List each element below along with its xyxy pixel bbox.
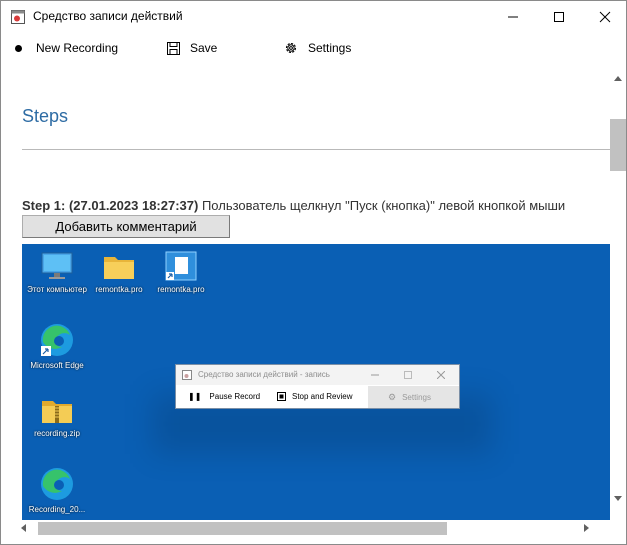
window-title: Средство записи действий: [33, 9, 183, 23]
mini-settings-button: ⚙ Settings: [368, 386, 459, 408]
new-recording-label: New Recording: [36, 41, 119, 55]
save-button[interactable]: Save: [167, 40, 217, 56]
desktop-icon-folder: remontka.pro: [84, 252, 154, 295]
desktop-icon-recording: Recording_20...: [22, 466, 92, 515]
mini-title-bar: Средство записи действий - запись: [176, 365, 459, 385]
desktop-icon-label: remontka.pro: [95, 285, 143, 294]
pause-icon: ❚❚: [188, 392, 202, 401]
close-button[interactable]: [582, 1, 627, 32]
mini-window-title: Средство записи действий - запись: [198, 370, 330, 379]
settings-button[interactable]: Settings: [284, 40, 351, 56]
chevron-right-icon: [584, 524, 589, 532]
desktop-icon-edge: Microsoft Edge: [22, 322, 92, 371]
scroll-down-button[interactable]: [610, 491, 626, 507]
zip-icon: [42, 401, 72, 423]
step-screenshot: Этот компьютер remontka.pro remontka.pro: [22, 244, 610, 520]
close-icon: [599, 11, 611, 22]
stop-icon: [277, 392, 286, 401]
scrollbar-corner: [610, 520, 626, 536]
gear-icon: ⚙: [388, 391, 397, 402]
edge-icon: [41, 324, 73, 356]
close-icon: [437, 371, 445, 379]
folder-icon: [104, 257, 134, 279]
desktop-icon-shortcut: remontka.pro: [146, 250, 216, 295]
step-label: Step 1: (27.01.2023 18:27:37): [22, 198, 199, 213]
scroll-left-button[interactable]: [15, 520, 31, 536]
computer-icon: [41, 252, 73, 279]
horizontal-scroll-thumb[interactable]: [38, 522, 447, 535]
add-comment-button[interactable]: Добавить комментарий: [22, 215, 230, 238]
record-dot-icon: [15, 44, 22, 52]
title-bar: Средство записи действий: [1, 1, 626, 32]
stop-review-button: Stop and Review: [277, 392, 352, 401]
gear-icon: [285, 42, 297, 54]
shortcut-icon: [165, 251, 197, 281]
pause-record-button: ❚❚ Pause Record: [188, 392, 260, 401]
step-description: Пользователь щелкнул "Пуск (кнопка)" лев…: [198, 198, 566, 213]
scroll-up-button[interactable]: [610, 70, 626, 86]
new-recording-button[interactable]: New Recording: [15, 40, 118, 56]
save-icon: [167, 41, 180, 55]
desktop-icon-label: recording.zip: [34, 429, 80, 438]
desktop-icon-computer: Этот компьютер: [22, 252, 92, 295]
desktop-icon-label: Recording_20...: [28, 505, 86, 514]
step-entry: Step 1: (27.01.2023 18:27:37) Пользовате…: [22, 198, 565, 213]
save-label: Save: [190, 41, 218, 55]
vertical-scroll-thumb[interactable]: [610, 119, 626, 171]
chevron-up-icon: [614, 76, 622, 81]
app-icon: [182, 370, 192, 380]
heading-divider: [22, 149, 610, 150]
minimize-icon: [371, 374, 379, 376]
steps-content[interactable]: Steps Step 1: (27.01.2023 18:27:37) Поль…: [2, 64, 610, 520]
pause-record-label: Pause Record: [209, 392, 261, 401]
chevron-down-icon: [614, 496, 622, 501]
page-title: Steps: [22, 106, 69, 126]
desktop-icon-zip: recording.zip: [22, 396, 92, 439]
minimize-button[interactable]: [490, 1, 536, 32]
chevron-left-icon: [21, 524, 26, 532]
steps-recorder-window: Средство записи действий New Recording S…: [0, 0, 627, 545]
mini-toolbar: ❚❚ Pause Record Stop and Review ⚙ Settin…: [176, 386, 459, 408]
desktop-icon-label: remontka.pro: [157, 285, 205, 294]
maximize-icon: [404, 371, 412, 379]
maximize-icon: [554, 11, 564, 22]
settings-label: Settings: [308, 41, 352, 55]
app-icon: [11, 10, 25, 24]
minimize-icon: [508, 16, 518, 17]
edge-icon: [41, 468, 73, 500]
desktop-icon-label: Microsoft Edge: [30, 361, 84, 370]
mini-settings-label: Settings: [402, 392, 431, 402]
scroll-right-button[interactable]: [579, 520, 595, 536]
stop-review-label: Stop and Review: [292, 392, 353, 401]
toolbar: New Recording Save Settings: [1, 32, 626, 64]
desktop-icon-label: Этот компьютер: [27, 285, 87, 294]
maximize-button[interactable]: [536, 1, 582, 32]
recorder-mini-window: Средство записи действий - запись ❚❚ Pau…: [175, 364, 460, 409]
